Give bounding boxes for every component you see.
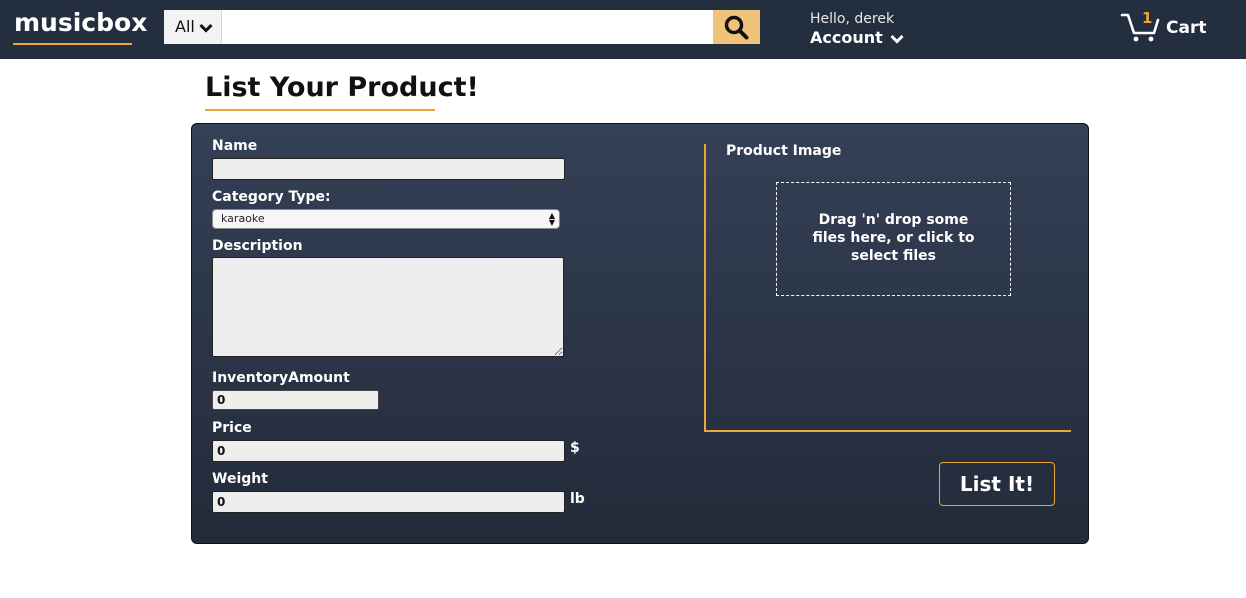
description-label: Description: [212, 238, 303, 254]
search-category-select[interactable]: All: [164, 10, 222, 44]
price-label: Price: [212, 420, 252, 436]
image-section-border-left: [704, 144, 706, 432]
list-it-button[interactable]: List It!: [939, 462, 1055, 506]
account-dropdown[interactable]: Account: [810, 28, 904, 47]
category-label: Category Type:: [212, 189, 331, 205]
account-greeting: Hello, derek: [810, 11, 895, 27]
dropzone-text: Drag 'n' drop some files here, or click …: [812, 212, 975, 264]
weight-label: Weight: [212, 471, 268, 487]
logo-underline: [13, 43, 132, 45]
image-section-border-bottom: [704, 430, 1071, 432]
search-bar: All: [164, 10, 760, 44]
weight-field[interactable]: [212, 491, 565, 513]
search-category-label: All: [175, 17, 195, 36]
chevron-down-icon: [199, 23, 213, 33]
top-navbar: musicbox All Hello, derek Account 1 Cart: [0, 0, 1246, 59]
price-unit: $: [570, 440, 580, 456]
search-icon: [724, 15, 749, 40]
cart-button[interactable]: 1 Cart: [1120, 9, 1210, 49]
cart-label: Cart: [1166, 18, 1207, 38]
chevron-down-icon: [890, 34, 904, 44]
name-field[interactable]: [212, 158, 565, 180]
category-select[interactable]: karaoke ▲ ▼: [212, 209, 560, 229]
account-label: Account: [810, 28, 883, 47]
weight-unit: lb: [570, 491, 585, 507]
title-underline: [205, 109, 435, 111]
search-button[interactable]: [713, 10, 760, 44]
product-form-panel: Name Category Type: karaoke ▲ ▼ Descripti…: [191, 123, 1089, 544]
search-input[interactable]: [222, 10, 713, 44]
site-logo[interactable]: musicbox: [14, 8, 147, 37]
price-field[interactable]: [212, 440, 565, 462]
account-menu[interactable]: Hello, derek Account: [810, 11, 904, 47]
image-dropzone[interactable]: Drag 'n' drop some files here, or click …: [776, 182, 1011, 296]
cart-count-badge: 1: [1142, 9, 1153, 27]
inventory-field[interactable]: [212, 390, 379, 410]
inventory-label: InventoryAmount: [212, 370, 350, 386]
name-label: Name: [212, 138, 258, 154]
page-title: List Your Product!: [205, 72, 479, 103]
select-arrows-icon: ▲ ▼: [548, 211, 555, 227]
cart-icon: [1120, 13, 1160, 42]
product-image-label: Product Image: [726, 143, 842, 159]
category-selected-value: karaoke: [221, 212, 265, 225]
description-field[interactable]: [212, 257, 564, 357]
